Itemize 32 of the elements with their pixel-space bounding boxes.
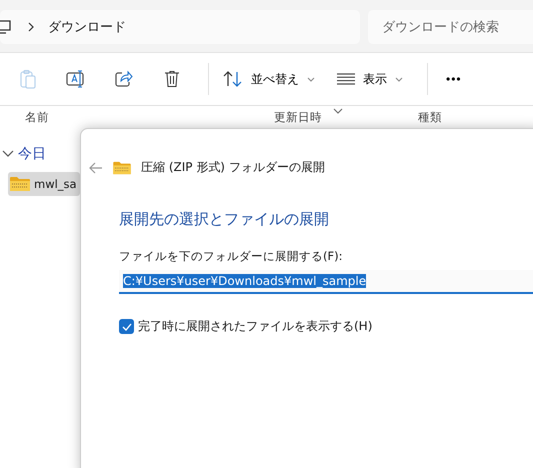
clipboard-icon	[19, 69, 37, 89]
zip-folder-icon	[10, 176, 30, 192]
view-button[interactable]: 表示	[331, 61, 409, 97]
zip-folder-icon	[113, 160, 131, 174]
share-icon	[115, 70, 133, 88]
column-header[interactable]: 更新日時	[274, 110, 322, 125]
breadcrumb[interactable]: ダウンロード	[48, 18, 126, 36]
chevron-icon	[28, 22, 34, 32]
checkbox[interactable]	[119, 319, 134, 334]
sort-caret-icon	[333, 108, 343, 114]
checkbox-label: 完了時に展開されたファイルを表示する(H)	[138, 318, 372, 335]
column-header[interactable]: 種類	[418, 110, 442, 125]
group-header[interactable]: 今日	[0, 144, 62, 164]
column-header[interactable]: 名前	[25, 110, 49, 125]
back-arrow-icon[interactable]	[89, 162, 103, 174]
file-row[interactable]: mwl_sa	[8, 172, 80, 196]
checkmark-icon	[122, 322, 132, 330]
trash-icon	[164, 70, 180, 88]
field-label: ファイルを下のフォルダーに展開する(F):	[119, 249, 344, 264]
chevron-down-icon	[307, 76, 315, 82]
search-field[interactable]: ダウンロードの検索	[368, 10, 533, 44]
chevron-icon	[2, 150, 14, 158]
sort-arrows-icon	[223, 71, 243, 87]
more-button[interactable]: •••	[436, 72, 472, 86]
lines-icon	[337, 73, 355, 85]
sort-button[interactable]: 並べ替え	[217, 61, 321, 97]
address-bar[interactable]: ダウンロード	[0, 10, 360, 44]
text-cursor-icon	[66, 70, 86, 88]
path-field[interactable]: C:¥Users¥user¥Downloads¥mwl_sample	[119, 270, 533, 294]
dialog-heading: 展開先の選択とファイルの展開	[119, 210, 330, 229]
dialog-title: 圧縮 (ZIP 形式) フォルダーの展開	[141, 159, 325, 176]
chevron-down-icon	[395, 76, 403, 82]
